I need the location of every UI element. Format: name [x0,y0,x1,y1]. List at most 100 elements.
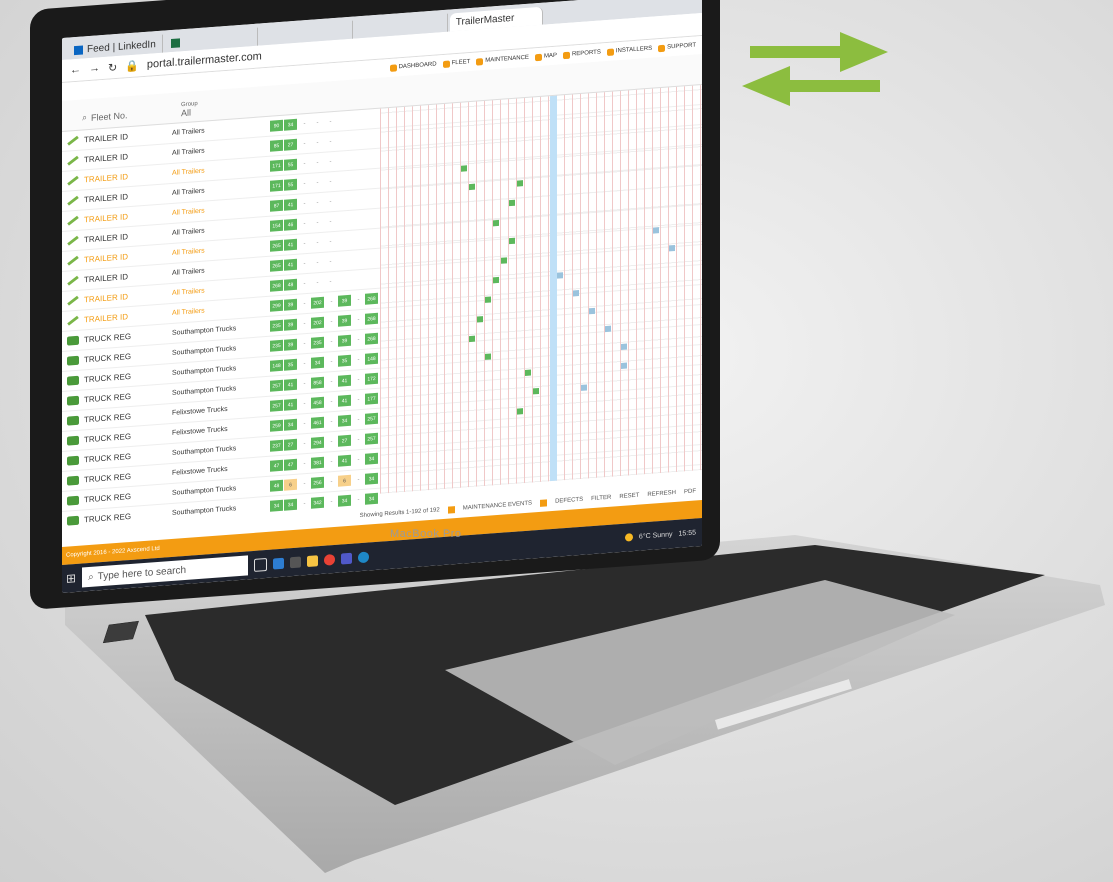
fleet-id[interactable]: TRUCK REG [84,349,172,364]
fleet-id[interactable]: TRUCK REG [84,389,172,404]
gantt-event[interactable] [485,353,491,360]
fleet-search-input[interactable]: Fleet No. [91,106,181,123]
fleet-id[interactable]: TRAILER ID [84,149,172,164]
fleet-id[interactable]: TRAILER ID [84,209,172,224]
gantt-event[interactable] [509,237,515,245]
chrome-icon[interactable] [324,553,336,566]
gantt-event[interactable] [469,335,475,343]
metric-value: 259 [270,419,283,432]
forward-icon[interactable]: → [89,62,100,75]
metric-value: 41 [284,378,297,391]
fleet-id[interactable]: TRUCK REG [84,409,172,424]
legend-defects[interactable]: DEFECTS [555,497,583,505]
gantt-event[interactable] [573,290,579,297]
app-icon[interactable] [290,555,302,568]
pdf-button[interactable]: PDF [684,488,696,495]
metric-value: 237 [270,439,283,452]
fleet-id[interactable]: TRUCK REG [84,449,172,464]
fleet-id[interactable]: TRUCK REG [84,429,172,444]
gantt-event[interactable] [581,384,587,391]
truck-icon [62,515,84,526]
nav-item-dashboard[interactable]: DASHBOARD [389,61,437,72]
group-select[interactable]: All [181,107,198,119]
gantt-event[interactable] [557,272,563,279]
gantt-event[interactable] [669,244,675,252]
clock[interactable]: 15:55 [678,529,696,537]
metric-value: 39 [338,294,351,307]
reset-button[interactable]: RESET [619,493,639,500]
filter-button[interactable]: FILTER [591,495,611,502]
status-text [252,266,270,267]
dash: - [303,200,306,207]
reload-icon[interactable]: ↻ [108,60,117,74]
fleet-id[interactable]: TRUCK REG [84,489,172,504]
fleet-id[interactable]: TRUCK REG [84,329,172,344]
app-icon[interactable] [273,557,285,570]
teams-icon[interactable] [341,552,353,565]
fleet-id[interactable]: TRUCK REG [84,469,172,484]
gantt-event[interactable] [517,180,523,187]
metric-value: 34 [270,499,283,512]
nav-item-installers[interactable]: INSTALLERS [606,45,652,56]
task-view-icon[interactable] [254,557,268,572]
fleet-id[interactable]: TRAILER ID [84,189,172,204]
fleet-id[interactable]: TRAILER ID [84,129,172,144]
gantt-event[interactable] [589,307,595,315]
metric-value: 39 [338,314,351,327]
fleet-id[interactable]: TRAILER ID [84,169,172,184]
gantt-event[interactable] [621,343,627,350]
dash: - [316,239,319,246]
file-explorer-icon[interactable] [307,554,319,567]
gantt-event[interactable] [509,199,515,207]
gantt-event[interactable] [517,408,523,415]
metric-value: 148 [270,359,283,372]
dash: - [303,140,306,147]
fleet-id[interactable]: TRAILER ID [84,309,172,324]
gantt-event[interactable] [493,276,499,284]
gantt-event[interactable] [461,165,467,172]
gantt-event[interactable] [501,257,507,264]
status-text [252,346,270,347]
metric-value: 257 [270,399,283,412]
gantt-event[interactable] [477,316,483,323]
fleet-id[interactable]: TRUCK REG [84,369,172,384]
gantt-event[interactable] [469,183,475,191]
dash: - [329,258,332,265]
lock-icon: 🔒 [125,59,139,73]
status-text [252,466,270,467]
legend-maintenance[interactable]: MAINTENANCE EVENTS [463,500,532,511]
metric-value: 6 [284,478,297,491]
gantt-event[interactable] [493,219,499,227]
dash: - [316,199,319,206]
metric-value: 48 [284,278,297,291]
gantt-event[interactable] [485,296,491,303]
gantt-event[interactable] [621,362,627,369]
nav-item-reports[interactable]: REPORTS [562,49,601,59]
dash: - [330,298,333,305]
metric-value: 148 [365,352,378,365]
nav-item-maintenance[interactable]: MAINTENANCE [476,54,529,66]
nav-item-map[interactable]: MAP [534,52,557,61]
fleet-id[interactable]: TRAILER ID [84,229,172,244]
fleet-id[interactable]: TRAILER ID [84,269,172,284]
nav-item-fleet[interactable]: FLEET [442,59,470,68]
windows-start-icon[interactable]: ⊞ [66,571,76,586]
gantt-event[interactable] [533,387,539,395]
gantt-event[interactable] [605,325,611,333]
group-name: All Trailers [172,187,205,197]
url-text[interactable]: portal.trailermaster.com [147,50,262,70]
truck-icon [62,355,84,366]
back-icon[interactable]: ← [70,64,81,77]
dash: - [357,476,360,483]
gantt-event[interactable] [525,369,531,376]
refresh-button[interactable]: REFRESH [647,490,676,498]
gantt-event[interactable] [653,227,659,234]
defects-legend-swatch [540,498,548,507]
search-icon[interactable]: ⌕ [82,112,87,123]
fleet-id[interactable]: TRAILER ID [84,249,172,264]
fleet-id[interactable]: TRAILER ID [84,289,172,304]
edge-icon[interactable] [358,550,370,563]
weather-text[interactable]: 6°C Sunny [639,531,673,540]
dash: - [329,198,332,205]
nav-item-support[interactable]: SUPPORT [658,42,696,52]
